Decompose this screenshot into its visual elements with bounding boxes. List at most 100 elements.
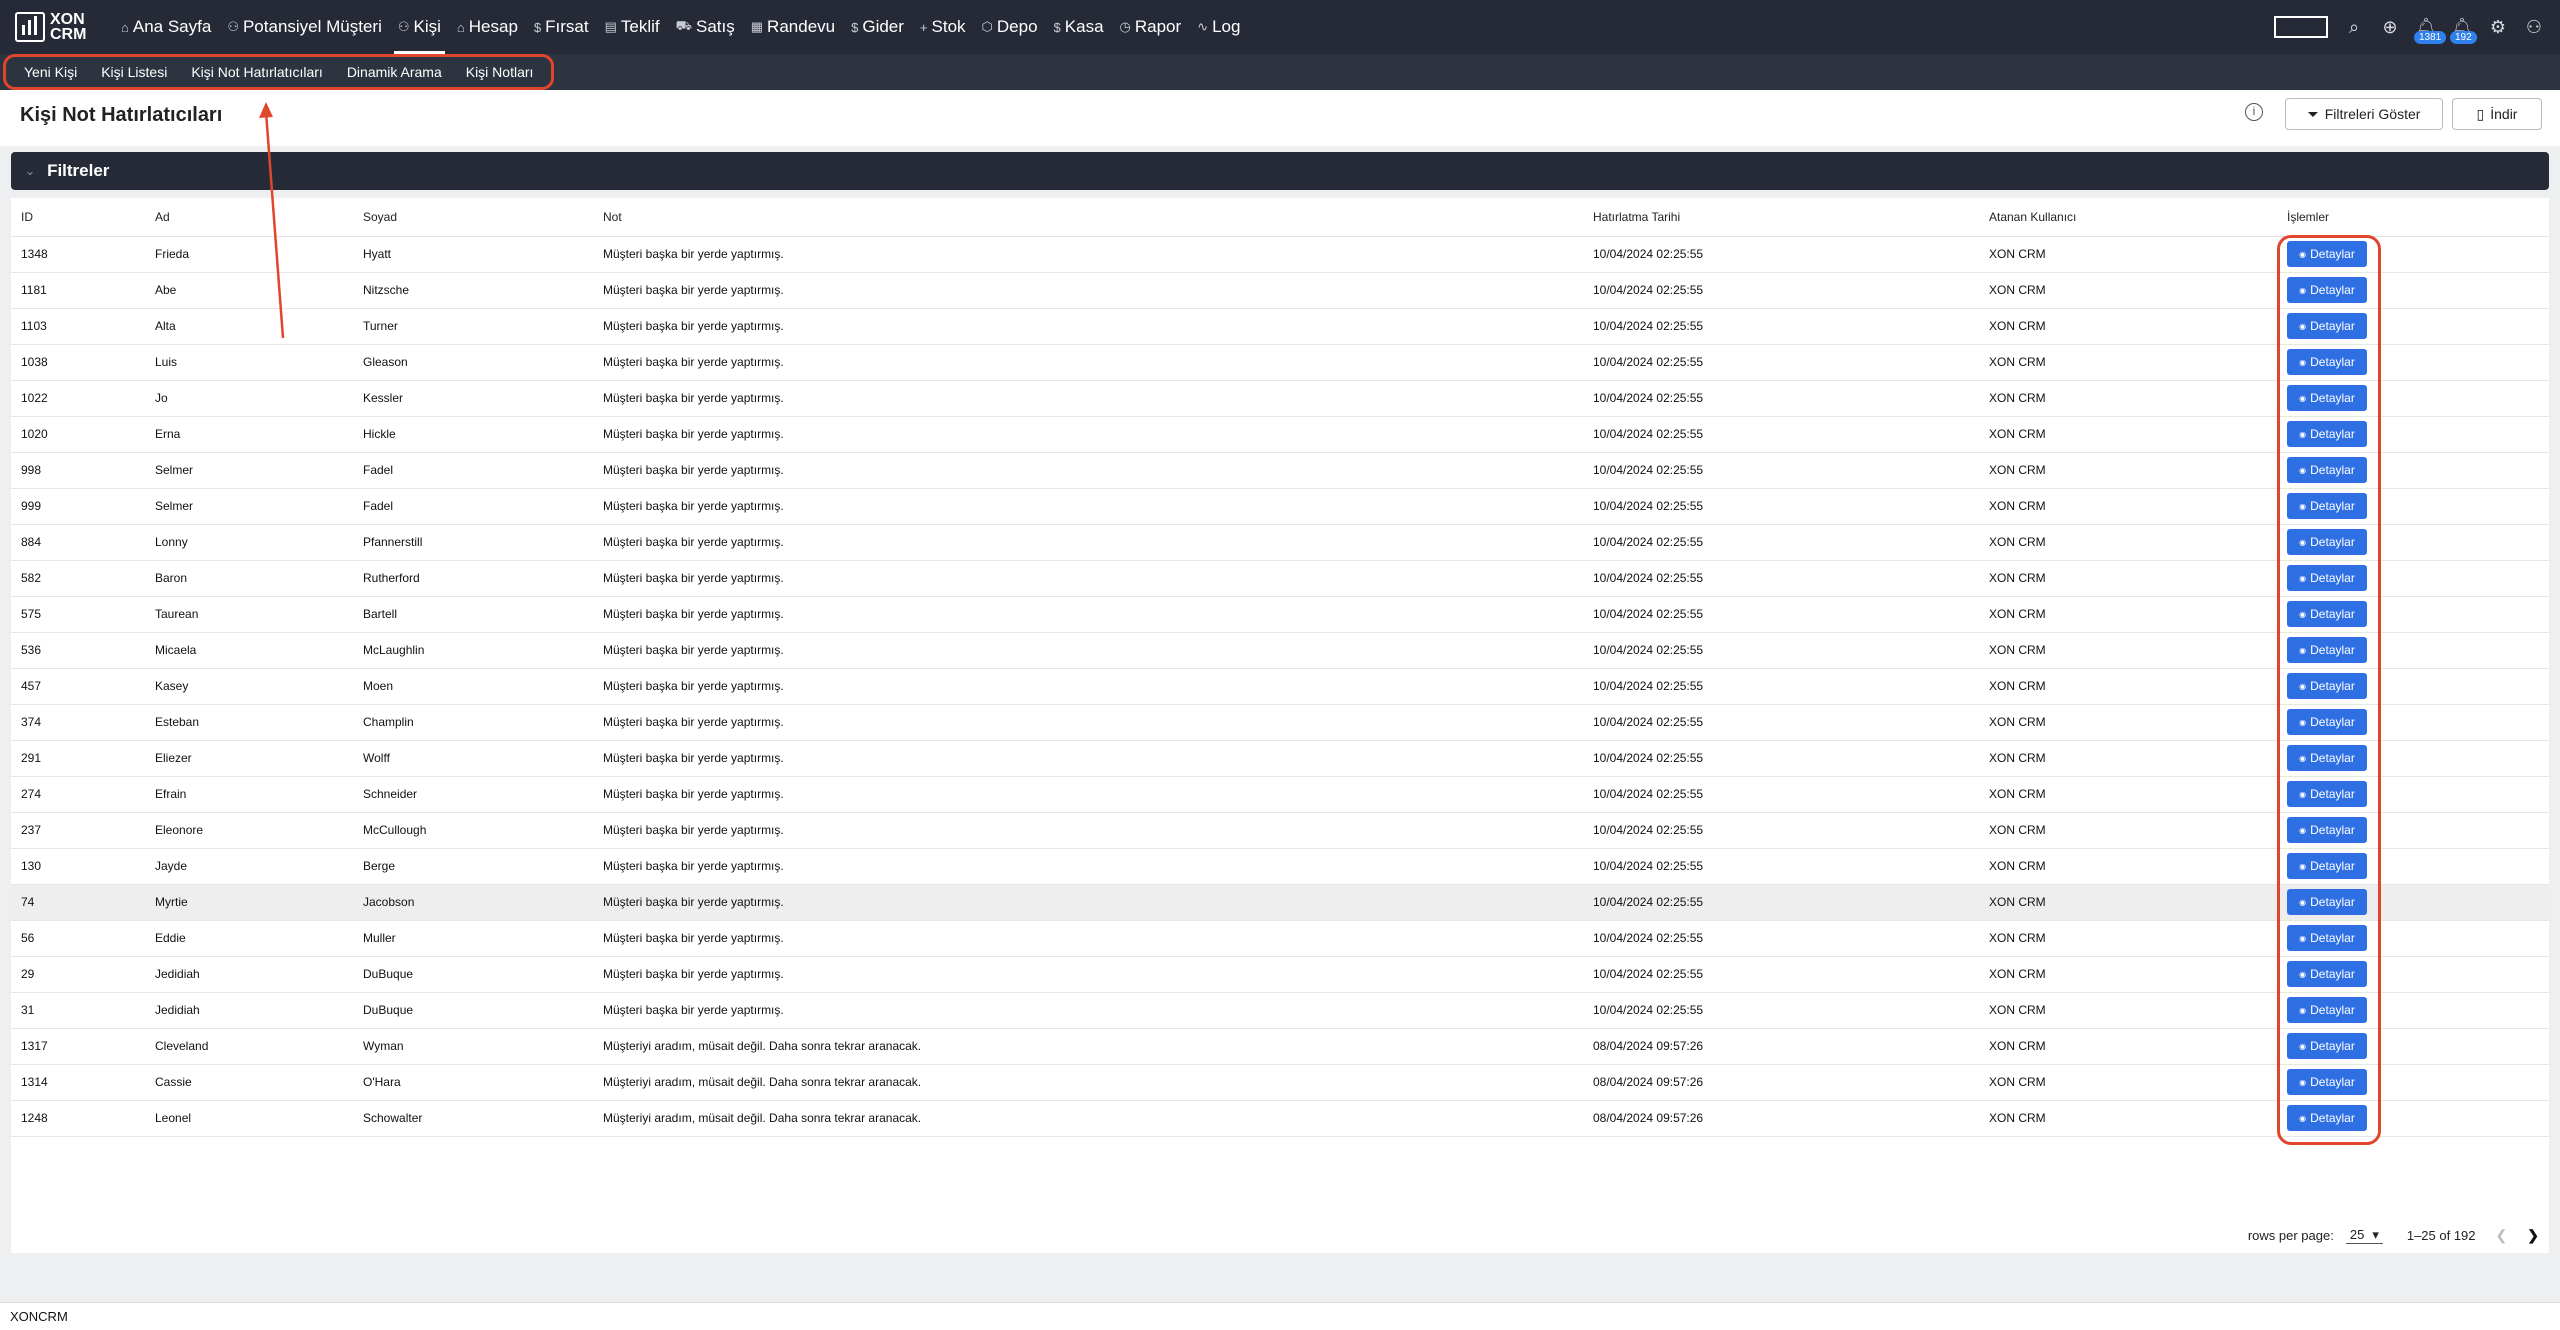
add-circle-icon[interactable]: ⊕ (2372, 17, 2408, 38)
table-row[interactable]: 1248 Leonel Schowalter Müşteriyi aradım, mü… (11, 1100, 2549, 1137)
table-row[interactable]: 575 Taurean Bartell Müşteri başka bir yerde… (11, 596, 2549, 633)
details-button[interactable]: ◉ Detaylar (2287, 493, 2367, 519)
nav-item-5[interactable]: ▤ Teklif (597, 0, 668, 54)
nav-item-13[interactable]: ∿ Log (1189, 0, 1248, 54)
search-icon[interactable]: ⌕ (2336, 17, 2372, 38)
subnav-item-1[interactable]: Kişi Listesi (89, 64, 179, 80)
details-button[interactable]: ◉ Detaylar (2287, 529, 2367, 555)
details-button[interactable]: ◉ Detaylar (2287, 601, 2367, 627)
details-button[interactable]: ◉ Detaylar (2287, 1105, 2367, 1131)
filters-panel[interactable]: ⌄ Filtreler (11, 152, 2549, 190)
table-cell: Müşteri başka bir yerde yaptırmış. (593, 452, 1583, 489)
nav-item-10[interactable]: ⬡ Depo (974, 0, 1046, 54)
table-row[interactable]: 457 Kasey Moen Müşteri başka bir yerde yapt… (11, 668, 2549, 705)
details-button[interactable]: ◉ Detaylar (2287, 997, 2367, 1023)
table-row[interactable]: 74 Myrtie Jacobson Müşteri başka bir yerde … (11, 884, 2549, 921)
download-button[interactable]: ▯ İndir (2452, 98, 2542, 130)
table-row[interactable]: 1103 Alta Turner Müşteri başka bir yerde ya… (11, 308, 2549, 345)
nav-item-9[interactable]: + Stok (912, 0, 974, 54)
show-filters-button[interactable]: ⏷ Filtreleri Göster (2285, 98, 2443, 130)
table-row[interactable]: 291 Eliezer Wolff Müşteri başka bir yerde y… (11, 740, 2549, 777)
details-button[interactable]: ◉ Detaylar (2287, 421, 2367, 447)
nav-item-3[interactable]: ⌂ Hesap (449, 0, 526, 54)
subnav-item-4[interactable]: Kişi Notları (454, 64, 546, 80)
column-header[interactable]: ID (11, 198, 145, 237)
table-row[interactable]: 31 Jedidiah DuBuque Müşteri başka bir yerde… (11, 992, 2549, 1029)
nav-item-12[interactable]: ◷ Rapor (1112, 0, 1190, 54)
table-row[interactable]: 374 Esteban Champlin Müşteri başka bir yerd… (11, 704, 2549, 741)
nav-item-4[interactable]: $ Fırsat (526, 0, 597, 54)
message-bell-icon[interactable]: 🔔︎ 192 (2444, 17, 2480, 44)
table-row[interactable]: 274 Efrain Schneider Müşteri başka bir yerd… (11, 776, 2549, 813)
subnav-item-3[interactable]: Dinamik Arama (335, 64, 454, 80)
table-row[interactable]: 237 Eleonore McCullough Müşteri başka bir y… (11, 812, 2549, 849)
details-button[interactable]: ◉ Detaylar (2287, 853, 2367, 879)
details-button[interactable]: ◉ Detaylar (2287, 1033, 2367, 1059)
column-header[interactable]: Atanan Kullanıcı (1979, 198, 2277, 237)
nav-item-1[interactable]: ⚇ Potansiyel Müşteri (219, 0, 390, 54)
details-button[interactable]: ◉ Detaylar (2287, 241, 2367, 267)
nav-item-0[interactable]: ⌂ Ana Sayfa (113, 0, 219, 54)
table-cell: XON CRM (1979, 848, 2277, 885)
details-label: Detaylar (2310, 319, 2355, 333)
gear-icon[interactable]: ⚙ (2480, 17, 2516, 38)
details-button[interactable]: ◉ Detaylar (2287, 961, 2367, 987)
plus-icon: + (919, 19, 928, 35)
table-row[interactable]: 1314 Cassie O'Hara Müşteriyi aradım, müsait… (11, 1064, 2549, 1101)
table-row[interactable]: 1022 Jo Kessler Müşteri başka bir yerde yap… (11, 380, 2549, 417)
table-row[interactable]: 884 Lonny Pfannerstill Müşteri başka bir ye… (11, 524, 2549, 561)
details-button[interactable]: ◉ Detaylar (2287, 745, 2367, 771)
details-button[interactable]: ◉ Detaylar (2287, 565, 2367, 591)
table-row[interactable]: 1181 Abe Nitzsche Müşteri başka bir yerde y… (11, 272, 2549, 309)
table-cell: XON CRM (1979, 956, 2277, 993)
details-button[interactable]: ◉ Detaylar (2287, 781, 2367, 807)
nav-item-6[interactable]: ⛟ Satış (668, 0, 743, 54)
table-row[interactable]: 999 Selmer Fadel Müşteri başka bir yerde ya… (11, 488, 2549, 525)
details-button[interactable]: ◉ Detaylar (2287, 709, 2367, 735)
table-cell: XON CRM (1979, 416, 2277, 453)
table-cell: Müşteri başka bir yerde yaptırmış. (593, 920, 1583, 957)
details-button[interactable]: ◉ Detaylar (2287, 637, 2367, 663)
nav-item-7[interactable]: ▦ Randevu (743, 0, 843, 54)
info-icon[interactable]: i (2245, 103, 2263, 121)
table-row[interactable]: 998 Selmer Fadel Müşteri başka bir yerde ya… (11, 452, 2549, 489)
user-icon[interactable]: ⚇ (2516, 17, 2552, 38)
column-header[interactable]: Soyad (353, 198, 593, 237)
table-row[interactable]: 536 Micaela McLaughlin Müşteri başka bir ye… (11, 632, 2549, 669)
eye-icon: ◉ (2299, 645, 2307, 655)
column-header[interactable]: İşlemler (2277, 198, 2549, 237)
table-row[interactable]: 1038 Luis Gleason Müşteri başka bir yerde y… (11, 344, 2549, 381)
details-button[interactable]: ◉ Detaylar (2287, 889, 2367, 915)
table-header-row: ID Ad Soyad Not Hatırlatma Tarihi Atanan Kull… (11, 198, 2549, 237)
search-box[interactable] (2274, 16, 2328, 38)
details-button[interactable]: ◉ Detaylar (2287, 1069, 2367, 1095)
nav-item-2[interactable]: ⚇ Kişi (390, 0, 449, 54)
details-button[interactable]: ◉ Detaylar (2287, 277, 2367, 303)
details-button[interactable]: ◉ Detaylar (2287, 457, 2367, 483)
column-header[interactable]: Not (593, 198, 1583, 237)
table-row[interactable]: 1020 Erna Hickle Müşteri başka bir yerde ya… (11, 416, 2549, 453)
subnav-item-0[interactable]: Yeni Kişi (12, 64, 89, 80)
column-header[interactable]: Ad (145, 198, 353, 237)
nav-item-11[interactable]: $ Kasa (1046, 0, 1112, 54)
table-row[interactable]: 56 Eddie Muller Müşteri başka bir yerde yap… (11, 920, 2549, 957)
details-button[interactable]: ◉ Detaylar (2287, 313, 2367, 339)
rows-per-page-select[interactable]: 25 ▾ (2345, 1227, 2383, 1244)
table-row[interactable]: 130 Jayde Berge Müşteri başka bir yerde yap… (11, 848, 2549, 885)
subnav-item-2[interactable]: Kişi Not Hatırlatıcıları (179, 64, 334, 80)
details-button[interactable]: ◉ Detaylar (2287, 925, 2367, 951)
notification-bell-icon[interactable]: 🔔︎ 1381 (2408, 17, 2447, 44)
details-button[interactable]: ◉ Detaylar (2287, 385, 2367, 411)
table-row[interactable]: 582 Baron Rutherford Müşteri başka bir yerd… (11, 560, 2549, 597)
details-button[interactable]: ◉ Detaylar (2287, 817, 2367, 843)
logo[interactable]: XON CRM (15, 12, 113, 43)
column-header[interactable]: Hatırlatma Tarihi (1583, 198, 1979, 237)
previous-page-icon[interactable]: ❮ (2496, 1227, 2508, 1244)
table-row[interactable]: 1348 Frieda Hyatt Müşteri başka bir yerde y… (11, 236, 2549, 273)
next-page-icon[interactable]: ❯ (2527, 1227, 2539, 1244)
details-button[interactable]: ◉ Detaylar (2287, 349, 2367, 375)
table-row[interactable]: 1317 Cleveland Wyman Müşteriyi aradım, müsa… (11, 1028, 2549, 1065)
details-button[interactable]: ◉ Detaylar (2287, 673, 2367, 699)
nav-item-8[interactable]: $ Gider (843, 0, 912, 54)
table-row[interactable]: 29 Jedidiah DuBuque Müşteri başka bir yerde… (11, 956, 2549, 993)
